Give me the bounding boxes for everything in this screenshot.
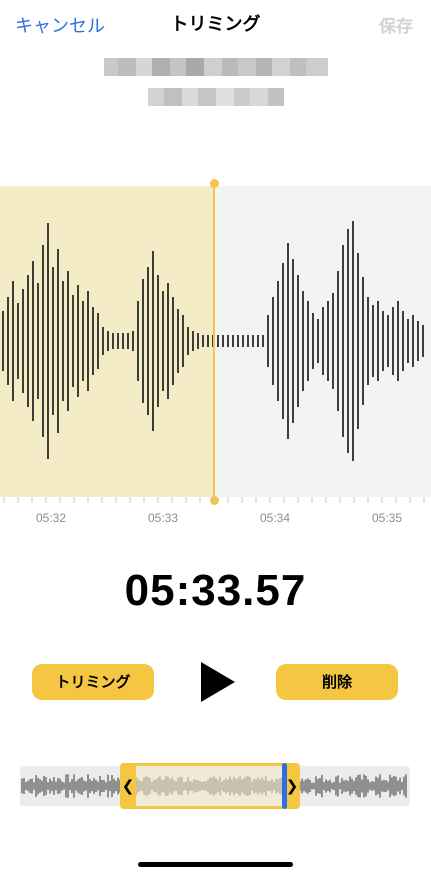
- delete-button[interactable]: 削除: [276, 664, 398, 700]
- trim-button[interactable]: トリミング: [32, 664, 154, 700]
- playhead[interactable]: [213, 183, 215, 501]
- pixelated-name-row-2: [148, 88, 284, 106]
- current-time: 05:33.57: [124, 566, 307, 615]
- save-button[interactable]: 保存: [379, 12, 413, 37]
- ruler-label: 05:33: [148, 511, 179, 525]
- scrubber-playhead[interactable]: [282, 763, 287, 809]
- waveform-editor[interactable]: [0, 186, 431, 497]
- trim-start-handle[interactable]: ❮: [120, 763, 136, 809]
- navigation-bar: キャンセル トリミング 保存: [0, 0, 431, 48]
- ruler-label: 05:34: [260, 511, 291, 525]
- waveform: [2, 221, 424, 461]
- chevron-right-icon: ❯: [285, 777, 299, 795]
- ruler-label: 05:35: [372, 511, 403, 525]
- time-ruler: 05:32 05:33 05:34 05:35: [0, 497, 431, 532]
- playhead-top-dot[interactable]: [209, 179, 219, 188]
- trim-selection[interactable]: [120, 763, 300, 809]
- ruler-label: 05:32: [36, 511, 67, 525]
- recording-name-blurred: [104, 58, 328, 106]
- ruler-ticks: [3, 497, 425, 503]
- page-title: トリミング: [170, 14, 261, 35]
- chevron-left-icon: ❮: [121, 777, 135, 795]
- play-icon[interactable]: [199, 660, 237, 704]
- home-indicator: [138, 862, 293, 867]
- pixelated-name-row-1: [104, 58, 328, 76]
